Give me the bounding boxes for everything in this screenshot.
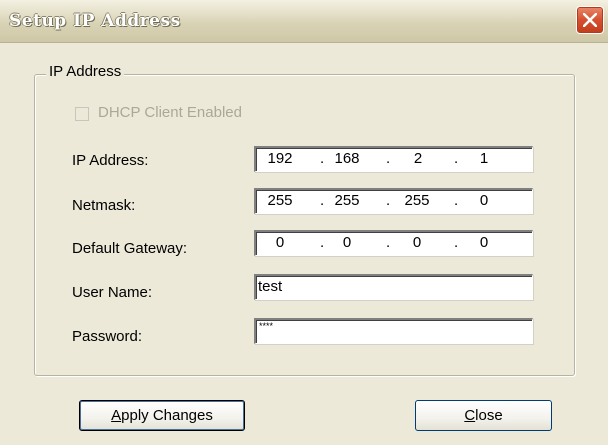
ip-octet-2[interactable]: 168 (327, 150, 367, 167)
ip-dot: . (454, 234, 459, 251)
netmask-octet-2[interactable]: 255 (327, 192, 367, 209)
close-button[interactable]: Close (415, 400, 552, 431)
netmask-octet-1[interactable]: 255 (260, 192, 300, 209)
dhcp-label: DHCP Client Enabled (98, 104, 242, 121)
gateway-octet-2[interactable]: 0 (327, 234, 367, 251)
close-label: lose (475, 407, 503, 424)
apply-mnemonic: A (111, 407, 122, 424)
password-value: **** (259, 321, 274, 331)
netmask-input[interactable]: 255 . 255 . 255 . 0 (254, 188, 533, 214)
ip-dot: . (320, 192, 325, 209)
title-close-button[interactable] (576, 6, 604, 34)
apply-label: pply Changes (121, 407, 213, 424)
ip-dot: . (320, 234, 325, 251)
checkbox-box[interactable] (75, 107, 89, 121)
ip-octet-1[interactable]: 192 (260, 150, 300, 167)
gateway-octet-1[interactable]: 0 (260, 234, 300, 251)
ip-dot: . (454, 150, 459, 167)
ip-octet-3[interactable]: 2 (398, 150, 438, 167)
ip-dot: . (320, 150, 325, 167)
user-name-label: User Name: (72, 284, 153, 301)
ip-octet-4[interactable]: 1 (464, 150, 504, 167)
ip-dot: . (386, 150, 391, 167)
user-name-input[interactable]: test (254, 274, 533, 300)
gateway-octet-4[interactable]: 0 (464, 234, 504, 251)
ip-dot: . (386, 234, 391, 251)
password-input[interactable]: **** (254, 318, 533, 344)
gateway-octet-3[interactable]: 0 (397, 234, 437, 251)
ip-dot: . (454, 192, 459, 209)
user-name-value: test (258, 278, 283, 295)
group-label: IP Address (46, 63, 125, 80)
netmask-octet-3[interactable]: 255 (397, 192, 437, 209)
title-bar[interactable]: Setup IP Address (0, 0, 608, 43)
setup-ip-dialog: Setup IP Address IP Address DHCP Client … (0, 0, 608, 445)
password-label: Password: (72, 328, 143, 345)
ip-address-input[interactable]: 192 . 168 . 2 . 1 (254, 146, 533, 172)
gateway-input[interactable]: 0 . 0 . 0 . 0 (254, 230, 533, 256)
ip-address-label: IP Address: (72, 152, 149, 169)
ip-dot: . (386, 192, 391, 209)
netmask-label: Netmask: (72, 197, 136, 214)
netmask-octet-4[interactable]: 0 (464, 192, 504, 209)
apply-changes-button[interactable]: Apply Changes (79, 400, 245, 431)
close-icon (583, 13, 597, 27)
gateway-label: Default Gateway: (72, 240, 188, 257)
window-title: Setup IP Address (9, 11, 181, 31)
close-mnemonic: C (464, 407, 476, 424)
